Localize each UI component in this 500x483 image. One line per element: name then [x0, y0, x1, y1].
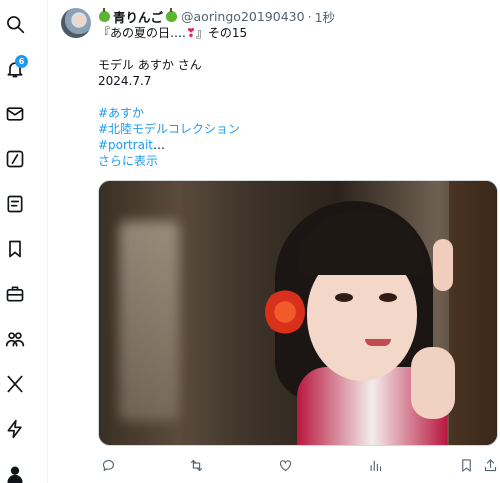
green-apple-icon — [166, 7, 178, 22]
user-handle[interactable]: @aoringo20190430 — [181, 9, 305, 24]
sidebar-item-notifications[interactable]: 6 — [0, 54, 30, 84]
sidebar-item-bookmarks[interactable] — [0, 234, 30, 264]
photo-eye — [335, 293, 353, 302]
avatar[interactable] — [61, 8, 91, 38]
green-apple-icon — [99, 7, 110, 22]
show-more-link[interactable]: さらに表示 — [98, 153, 247, 169]
views-button[interactable] — [365, 455, 385, 475]
photo-hand — [433, 239, 453, 291]
sidebar-item-search[interactable] — [0, 9, 30, 39]
sidebar-item-lists[interactable] — [0, 189, 30, 219]
timestamp[interactable]: 1秒 — [315, 7, 335, 26]
list-icon — [7, 195, 23, 213]
hashtag-link[interactable]: #あすか — [98, 105, 247, 121]
people-icon — [5, 332, 25, 347]
reply-button[interactable] — [98, 455, 118, 475]
share-button[interactable] — [480, 455, 500, 475]
text-line-date: 2024.7.7 — [98, 74, 152, 88]
hashtag-link[interactable]: #北陸モデルコレクション — [98, 121, 247, 137]
text-line-hashtag-3: #portrait… — [98, 137, 247, 153]
ellipsis: … — [152, 138, 165, 152]
photo-flower — [265, 289, 305, 335]
sidebar-item-premium[interactable] — [0, 369, 30, 399]
views-icon — [370, 460, 381, 471]
title-text-end: 』その15 — [195, 26, 248, 40]
sidebar-item-messages[interactable] — [0, 99, 30, 129]
briefcase-icon — [6, 286, 24, 302]
photo-wood-post — [449, 181, 497, 445]
slash-square-icon — [6, 150, 24, 168]
tweet-photo[interactable] — [98, 180, 498, 446]
bookmark-icon — [461, 458, 471, 472]
tweet-actions — [98, 455, 500, 475]
photo-blur — [119, 221, 179, 421]
bookmark-button[interactable] — [456, 455, 476, 475]
photo-hand — [411, 347, 455, 419]
sidebar-item-jobs[interactable] — [0, 279, 30, 309]
title-text: 『あの夏の日…. — [98, 26, 186, 40]
text-line-model: モデル あすか さん — [98, 58, 202, 72]
tweet[interactable]: 青りんご @aoringo20190430 · 1秒 『あの夏の日….❣』その1… — [48, 0, 500, 483]
like-icon — [279, 459, 291, 471]
mail-icon — [6, 107, 24, 121]
x-logo-icon — [7, 375, 23, 393]
sidebar-item-verified-orgs[interactable] — [0, 414, 30, 444]
share-icon — [484, 458, 496, 471]
text-line-title: 『あの夏の日….❣』その15 — [98, 25, 247, 41]
tweet-text: 『あの夏の日….❣』その15 モデル あすか さん 2024.7.7 #あすか … — [98, 25, 247, 169]
sidebar-item-communities[interactable] — [0, 324, 30, 354]
notification-badge: 6 — [15, 55, 28, 68]
photo-eye — [379, 293, 397, 302]
hashtag-link[interactable]: #portrait — [98, 138, 153, 152]
person-icon — [7, 466, 23, 483]
retweet-icon — [190, 459, 202, 471]
retweet-button[interactable] — [186, 455, 206, 475]
separator-dot: · — [307, 8, 312, 24]
reply-icon — [102, 459, 114, 471]
photo-mouth — [365, 339, 391, 346]
heart-exclamation-icon: ❣ — [185, 26, 196, 40]
sidebar-nav: 6 — [0, 0, 48, 483]
sidebar-item-profile[interactable] — [0, 459, 30, 483]
lightning-icon — [7, 419, 22, 439]
like-button[interactable] — [275, 455, 295, 475]
search-icon — [7, 16, 25, 34]
bookmark-icon — [9, 240, 21, 258]
sidebar-item-grok[interactable] — [0, 144, 30, 174]
display-name[interactable]: 青りんご — [113, 7, 163, 26]
tweet-header: 青りんご @aoringo20190430 · 1秒 — [98, 7, 335, 25]
